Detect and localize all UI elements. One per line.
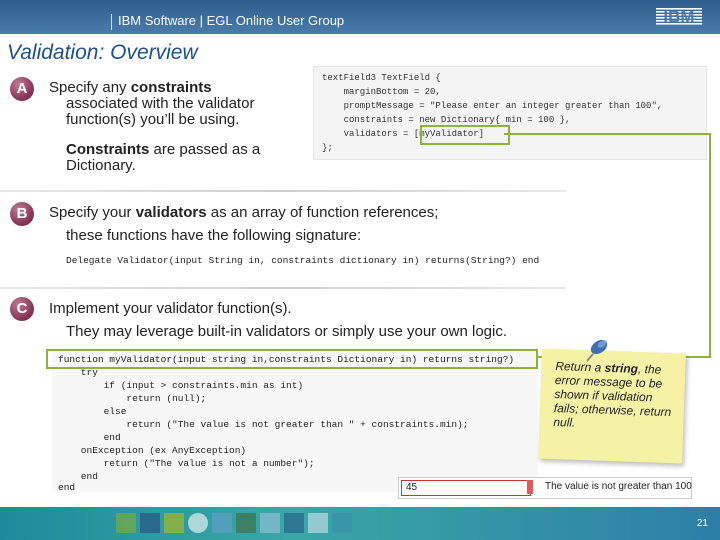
svg-text:IBM: IBM <box>663 7 694 26</box>
code-c-line: return (null); <box>58 393 207 404</box>
footer-image-tile <box>212 513 232 533</box>
slide-title: Validation: Overview <box>7 41 198 64</box>
code-c-line: end <box>58 482 76 493</box>
sticky-note-text: Return a string, the error message to be… <box>553 359 672 430</box>
section-b-badge: B <box>10 202 34 226</box>
error-indicator-icon <box>527 480 533 494</box>
footer-image-tile <box>164 513 184 533</box>
footer-image-tile <box>284 513 304 533</box>
footer-image-tile <box>116 513 136 533</box>
code-c-line: return ("The value is not greater than "… <box>58 419 469 430</box>
footer-image-tile <box>140 513 160 533</box>
page-number: 21 <box>696 518 708 529</box>
section-c-badge: C <box>10 297 34 321</box>
pushpin-icon <box>586 339 608 362</box>
code-a-line: constraints = new Dictionary{ min = 100 … <box>322 115 571 125</box>
connector-line <box>504 133 711 135</box>
footer-image-tile <box>260 513 280 533</box>
validation-error-message: The value is not greater than 100 <box>545 481 692 492</box>
footer-image-tile <box>188 513 208 533</box>
section-a-line5: Dictionary. <box>66 157 136 174</box>
header-separator <box>111 14 112 30</box>
code-c-line: onException (ex AnyException) <box>58 445 247 456</box>
code-a-line: }; <box>322 143 333 153</box>
divider <box>0 190 566 192</box>
code-c-line: end <box>58 432 121 443</box>
section-a-line4: Constraints are passed as a <box>66 141 261 158</box>
section-a-line1: Specify any constraints <box>49 79 212 96</box>
section-b-line1: Specify your validators as an array of f… <box>49 204 439 221</box>
sticky-note: Return a string, the error message to be… <box>538 348 686 464</box>
code-snippet-a: textField3 TextField { marginBottom = 20… <box>313 66 707 160</box>
footer-image-tile <box>308 513 328 533</box>
section-a-line3: function(s) you’ll be using. <box>66 111 240 128</box>
connector-line <box>709 133 711 358</box>
footer-image-tile <box>332 513 352 533</box>
code-a-line: marginBottom = 20, <box>322 87 441 97</box>
code-a-line: textField3 TextField { <box>322 73 441 83</box>
ibm-logo: IBM <box>656 7 702 26</box>
section-c-line1: Implement your validator function(s). <box>49 300 292 317</box>
section-c-line2: They may leverage built-in validators or… <box>66 323 508 340</box>
footer-image-tile <box>236 513 256 533</box>
function-signature-highlight-box <box>46 349 538 369</box>
code-c-line: else <box>58 406 127 417</box>
header-bar: IBM Software | EGL Online User Group IBM <box>0 0 720 34</box>
footer-bar: 21 <box>0 507 720 540</box>
header-title: IBM Software | EGL Online User Group <box>118 13 345 28</box>
code-c-line: end <box>58 471 98 482</box>
code-snippet-c: function myValidator(input string in,con… <box>52 350 538 493</box>
code-c-line: if (input > constraints.min as int) <box>58 380 304 391</box>
validation-result-demo: 45 The value is not greater than 100 <box>398 477 692 499</box>
section-b-line2: these functions have the following signa… <box>66 227 362 244</box>
divider <box>0 287 566 289</box>
validator-signature: Delegate Validator(input String in, cons… <box>66 255 540 266</box>
section-a-badge: A <box>10 77 34 101</box>
demo-input-field[interactable]: 45 <box>401 480 531 496</box>
section-a-line2: associated with the validator <box>66 95 255 112</box>
code-a-line: promptMessage = "Please enter an integer… <box>322 101 663 111</box>
code-c-line: return ("The value is not a number"); <box>58 458 315 469</box>
validators-highlight-box <box>420 125 510 145</box>
